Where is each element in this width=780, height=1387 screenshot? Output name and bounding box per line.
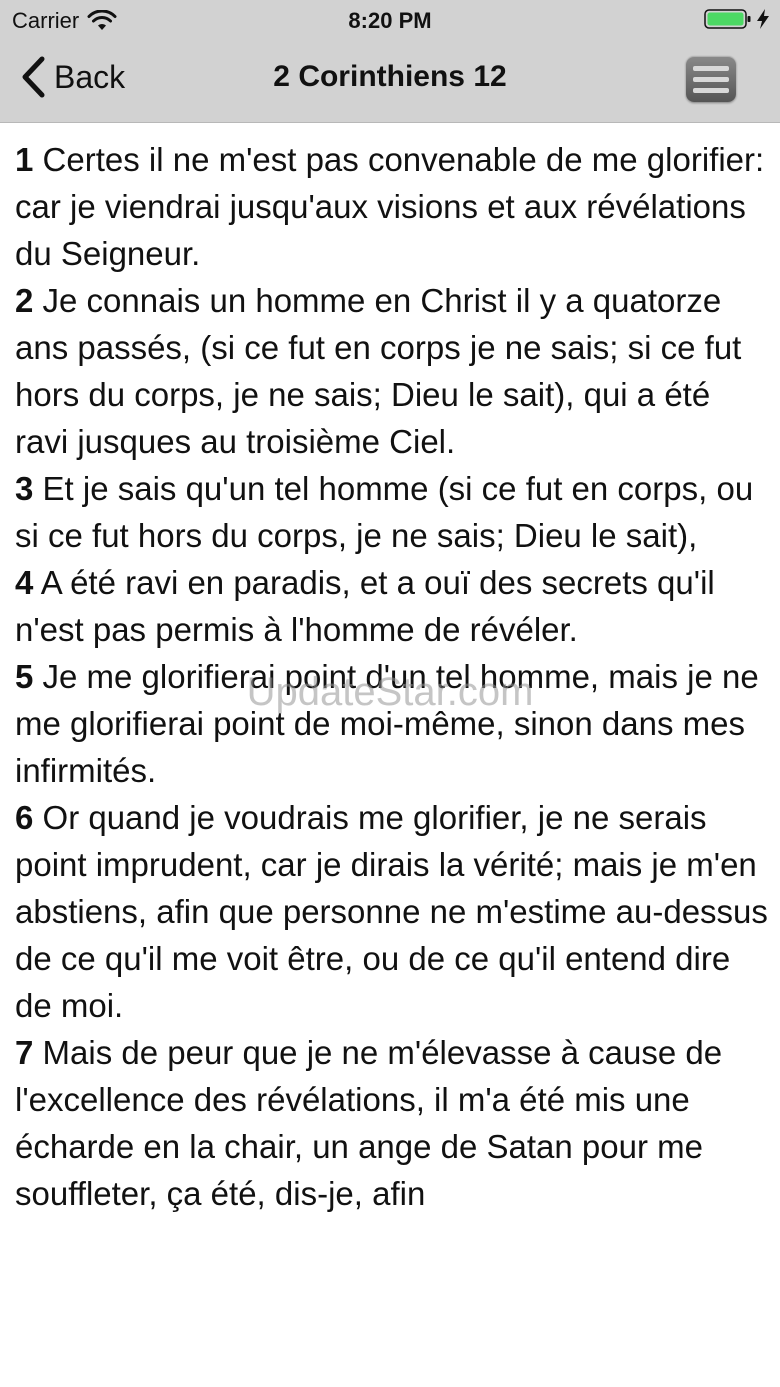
verse-text: Je connais un homme en Christ il y a qua… (15, 282, 742, 460)
verse-number: 6 (15, 799, 34, 836)
verse-text: Mais de peur que je ne m'élevasse à caus… (15, 1034, 723, 1212)
verse-text: A été ravi en paradis, et a ouï des secr… (15, 564, 715, 648)
verse-text: Certes il ne m'est pas convenable de me … (15, 141, 765, 272)
navigation-bar: Back 2 Corinthiens 12 (0, 40, 780, 123)
verse-number: 3 (15, 470, 34, 507)
menu-line (693, 65, 729, 71)
chapter-text: 1 Certes il ne m'est pas convenable de m… (15, 136, 770, 1292)
verse: 7 Mais de peur que je ne m'élevasse à ca… (15, 1029, 770, 1217)
verse-text: Or quand je voudrais me glorifier, je ne… (15, 799, 768, 1024)
verse: 1 Certes il ne m'est pas convenable de m… (15, 136, 770, 277)
charging-bolt-icon (757, 9, 769, 29)
battery-icon (704, 9, 751, 29)
verse: 4 A été ravi en paradis, et a ouï des se… (15, 559, 770, 653)
verse: 2 Je connais un homme en Christ il y a q… (15, 277, 770, 465)
status-bar: Carrier 8:20 PM (0, 0, 780, 40)
hamburger-menu-icon (693, 65, 729, 93)
verse-number: 5 (15, 658, 34, 695)
menu-line (693, 76, 729, 82)
verse-number: 4 (15, 564, 34, 601)
verse-number: 1 (15, 141, 34, 178)
status-time: 8:20 PM (348, 8, 432, 33)
verse: 5 Je me glorifierai point d'un tel homme… (15, 653, 770, 794)
menu-line (693, 87, 729, 93)
verse-text: Et je sais qu'un tel homme (si ce fut en… (15, 470, 754, 554)
battery-group (704, 8, 770, 30)
verse-number: 2 (15, 282, 34, 319)
verse: 6 Or quand je voudrais me glorifier, je … (15, 794, 770, 1029)
menu-button[interactable] (686, 56, 736, 102)
page-title: 2 Corinthiens 12 (273, 60, 507, 93)
verse: 3 Et je sais qu'un tel homme (si ce fut … (15, 465, 770, 559)
verse-text: Je me glorifierai point d'un tel homme, … (15, 658, 759, 789)
verse-number: 7 (15, 1034, 34, 1071)
